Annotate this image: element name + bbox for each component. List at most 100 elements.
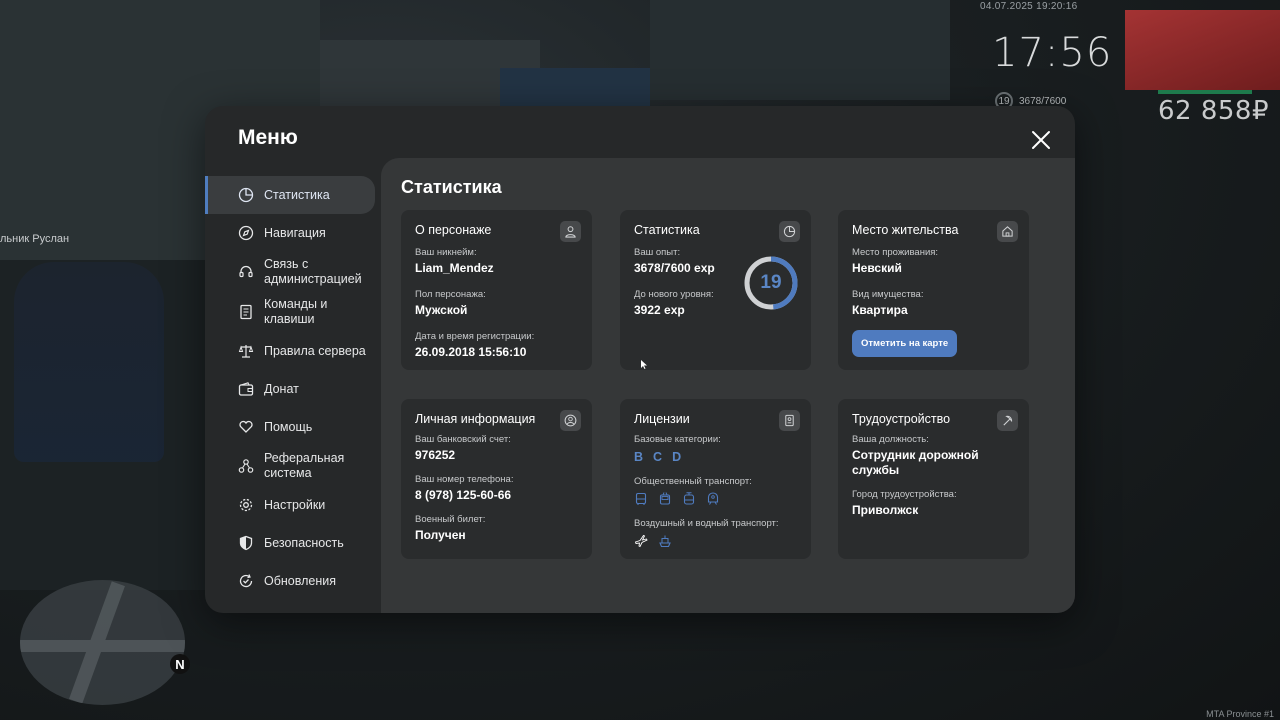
military-id-value: Получен: [415, 528, 466, 542]
gender-value: Мужской: [415, 303, 468, 317]
license-categories: B C D: [634, 450, 797, 464]
user-circle-icon: [560, 410, 581, 431]
billboard: [1125, 10, 1280, 90]
base-categories-label: Базовые категории:: [634, 434, 721, 445]
sidebar-item-label: Донат: [264, 381, 299, 396]
card-title: О персонаже: [415, 223, 492, 237]
user-icon: [560, 221, 581, 242]
close-icon: [1032, 131, 1050, 149]
hud-clock: 17:56: [992, 30, 1113, 76]
sidebar-item-statistics[interactable]: Статистика: [205, 176, 375, 214]
headset-icon: [238, 264, 254, 280]
sidebar-item-label: Настройки: [264, 497, 326, 512]
document-icon: [238, 304, 254, 320]
minimap: [20, 580, 185, 705]
pie-chart-icon: [238, 187, 254, 203]
phone-label: Ваш номер телефона:: [415, 474, 514, 485]
sidebar-item-rules[interactable]: Правила сервера: [205, 332, 375, 370]
card-title: Личная информация: [415, 412, 536, 426]
sidebar-item-donate[interactable]: Донат: [205, 370, 375, 408]
sidebar-item-label: Обновления: [264, 573, 336, 588]
licenses-card: Лицензии Базовые категории: B C D Общест…: [620, 399, 811, 559]
nickname-label: Ваш никнейм:: [415, 247, 477, 258]
heart-hands-icon: [238, 419, 254, 435]
trolleybus-icon: [659, 492, 671, 505]
bank-account-value: 976252: [415, 448, 456, 462]
npc-character: [14, 262, 164, 462]
background-building: [500, 68, 650, 108]
personal-info-card: Личная информация Ваш банковский счет: 9…: [401, 399, 592, 559]
sidebar-item-label: Статистика: [264, 187, 330, 202]
tram-icon: [683, 492, 695, 505]
license-category: D: [672, 450, 683, 464]
license-category: C: [653, 450, 664, 464]
sidebar-item-label: Команды и клавиши: [264, 297, 328, 326]
nickname-value: Liam_Mendez: [415, 261, 494, 275]
property-type-label: Вид имущества:: [852, 289, 924, 300]
sidebar-item-admin-contact[interactable]: Связь с администрацией: [205, 252, 375, 292]
sidebar-item-help[interactable]: Помощь: [205, 408, 375, 446]
bank-account-label: Ваш банковский счет:: [415, 434, 511, 445]
sidebar-item-label: Связь с администрацией: [264, 257, 362, 286]
minimap-north-indicator: N: [170, 654, 190, 674]
close-button[interactable]: [1029, 128, 1053, 152]
public-transport-label: Общественный транспорт:: [634, 476, 752, 487]
hud-exp: 3678/7600: [1019, 95, 1067, 107]
property-type-value: Квартира: [852, 303, 908, 317]
home-icon: [997, 221, 1018, 242]
job-position-label: Ваша должность:: [852, 434, 929, 445]
sidebar-item-referral[interactable]: Реферальная система: [205, 446, 375, 486]
sidebar-item-label: Безопасность: [264, 535, 344, 550]
military-id-label: Военный билет:: [415, 514, 486, 525]
bus-icon: [635, 492, 647, 505]
ship-icon: [659, 535, 671, 548]
residence-value: Невский: [852, 261, 902, 275]
watermark: MTA Province #1: [1206, 709, 1274, 719]
mark-on-map-button[interactable]: Отметить на карте: [852, 330, 958, 357]
pickaxe-icon: [997, 410, 1018, 431]
plane-icon: [634, 534, 648, 548]
minimap-road: [20, 640, 185, 652]
npc-name-tag: льник Руслан: [0, 233, 70, 245]
sidebar-item-commands[interactable]: Команды и клавиши: [205, 292, 375, 332]
residence-card: Место жительства Место проживания: Невск…: [838, 210, 1029, 370]
wallet-icon: [238, 381, 254, 397]
menu-window: Меню Статистика Навигация Связь с админи…: [205, 106, 1075, 613]
sidebar-item-navigation[interactable]: Навигация: [205, 214, 375, 252]
gear-icon: [238, 497, 254, 513]
scales-icon: [238, 343, 254, 359]
job-city-value: Приволжск: [852, 503, 919, 517]
air-water-transport-label: Воздушный и водный транспорт:: [634, 518, 779, 529]
level-number: 19: [760, 272, 782, 293]
phone-value: 8 (978) 125-60-66: [415, 488, 512, 502]
sidebar-item-settings[interactable]: Настройки: [205, 486, 375, 524]
network-icon: [238, 458, 254, 474]
job-position-value: Сотрудник дорожной службы: [852, 448, 979, 477]
registration-value: 26.09.2018 15:56:10: [415, 345, 527, 359]
residence-label: Место проживания:: [852, 247, 939, 258]
shield-icon: [238, 535, 254, 551]
character-card: О персонаже Ваш никнейм: Liam_Mendez Пол…: [401, 210, 592, 370]
employment-card: Трудоустройство Ваша должность: Сотрудни…: [838, 399, 1029, 559]
refresh-check-icon: [238, 573, 254, 589]
registration-label: Дата и время регистрации:: [415, 331, 535, 342]
air-water-transport-icons: [634, 534, 797, 548]
license-category: B: [634, 450, 645, 464]
card-title: Место жительства: [852, 223, 959, 237]
id-card-icon: [779, 410, 800, 431]
sidebar-item-updates[interactable]: Обновления: [205, 562, 375, 600]
stats-card: Статистика Ваш опыт: 3678/7600 exp До но…: [620, 210, 811, 370]
public-transport-icons: [634, 492, 797, 506]
card-title: Трудоустройство: [852, 412, 951, 426]
mouse-cursor: [641, 360, 647, 369]
page-title: Статистика: [401, 177, 502, 197]
sidebar-item-security[interactable]: Безопасность: [205, 524, 375, 562]
card-title: Лицензии: [634, 412, 690, 426]
sidebar-item-label: Помощь: [264, 419, 313, 434]
job-city-label: Город трудоустройства:: [852, 489, 957, 500]
hud-money: 62 858₽: [1158, 96, 1270, 126]
sidebar-item-label: Реферальная система: [264, 451, 345, 480]
pie-chart-icon: [779, 221, 800, 242]
content-panel: Статистика О персонаже Ваш никнейм: Liam…: [381, 158, 1075, 613]
sidebar: Статистика Навигация Связь с администрац…: [205, 176, 381, 600]
